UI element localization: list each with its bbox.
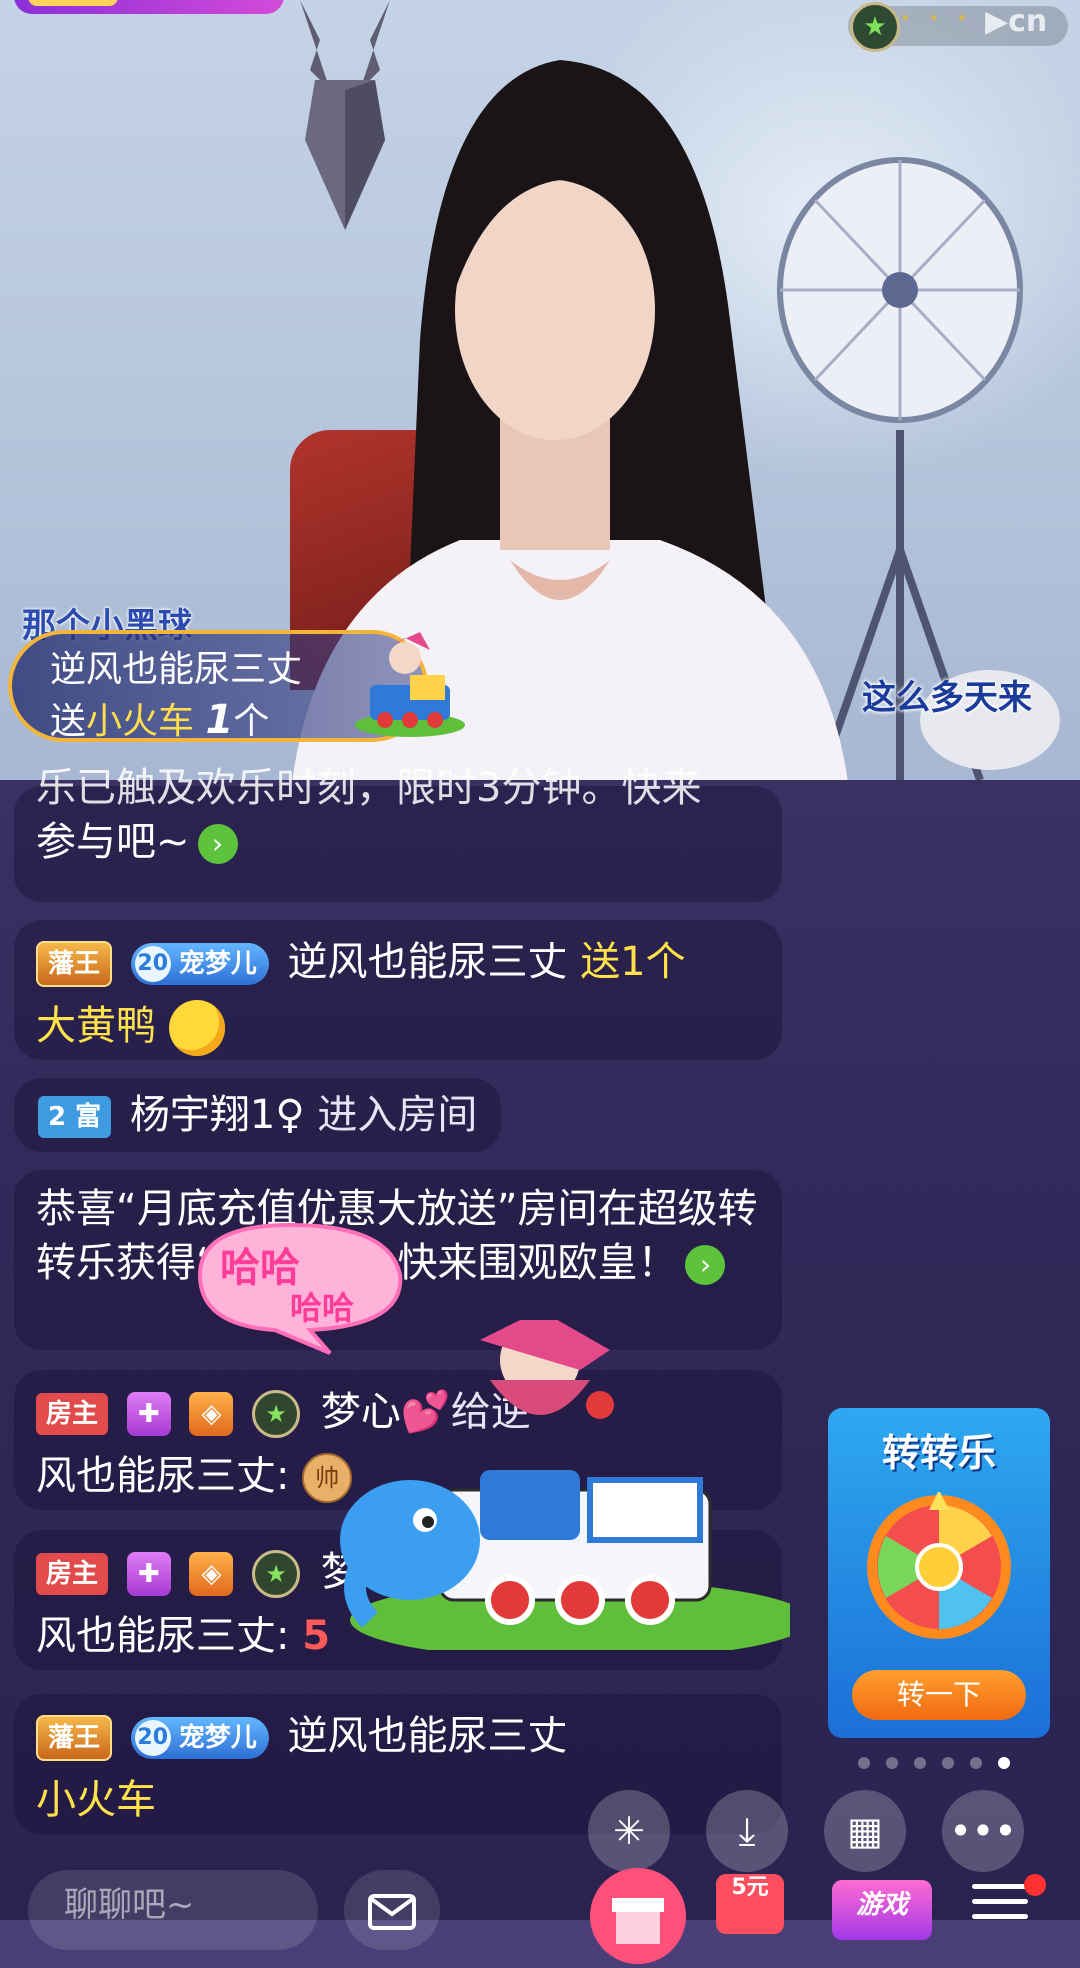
spin-button[interactable]: 转一下 bbox=[852, 1670, 1026, 1720]
guard-icon: ✚ bbox=[126, 1552, 171, 1596]
emoji-icon: 5 bbox=[302, 1613, 331, 1659]
gift-banner-user: 逆风也能尿三丈 bbox=[50, 649, 303, 690]
apps-grid-icon: ▦ bbox=[847, 1809, 883, 1853]
chevron-right-icon[interactable]: › bbox=[685, 1245, 726, 1285]
more-icon: ••• bbox=[949, 1809, 1017, 1853]
chat-enter-message: 2 富 杨宇翔1♀ 进入房间 bbox=[14, 1078, 502, 1152]
download-icon: ⤓ bbox=[738, 1809, 756, 1853]
pager-dot[interactable] bbox=[858, 1757, 870, 1769]
chat-gift-message: 藩王 20 宠梦儿 逆风也能尿三丈 送1个 大黄鸭 bbox=[14, 920, 782, 1060]
floating-danmaku-text: 这么多天来 bbox=[862, 678, 1032, 718]
guard-icon: ✚ bbox=[126, 1392, 171, 1436]
more-button[interactable]: ••• bbox=[942, 1790, 1024, 1872]
prize-wheel-icon bbox=[867, 1492, 1011, 1639]
heart-icon: 20 bbox=[134, 1720, 171, 1756]
message-button[interactable] bbox=[344, 1870, 440, 1950]
gift-button[interactable] bbox=[590, 1868, 686, 1964]
menu-icon[interactable] bbox=[972, 1884, 1028, 1934]
heart-icon: 20 bbox=[134, 946, 171, 982]
share-icon: ✳ bbox=[613, 1809, 645, 1853]
mail-icon bbox=[368, 1894, 416, 1930]
game-button[interactable]: 游戏 bbox=[832, 1880, 932, 1940]
star-level-icon: ★ bbox=[252, 1550, 301, 1598]
star-level-icon: ★ bbox=[850, 2, 900, 52]
level-dots: • • • bbox=[900, 8, 974, 29]
wealth-level-badge[interactable]: 2 富 bbox=[38, 1096, 112, 1138]
fan-club-badge[interactable]: 20 宠梦儿 bbox=[130, 1717, 269, 1759]
pager-dot-active[interactable] bbox=[998, 1757, 1010, 1769]
first-recharge-button[interactable]: 5元 bbox=[716, 1874, 784, 1934]
pager-dot[interactable] bbox=[886, 1757, 898, 1769]
chat-system-message: 乐已触及欢乐时刻，限时3分钟。快来 参与吧~ › bbox=[14, 765, 782, 902]
chat-username[interactable]: 杨宇翔1♀ bbox=[130, 1092, 305, 1138]
gift-icon bbox=[612, 1898, 664, 1944]
chat-username[interactable]: 逆风也能尿三丈 bbox=[287, 1713, 567, 1759]
host-badge[interactable]: 房主 bbox=[36, 1393, 109, 1435]
banner-pager[interactable] bbox=[858, 1754, 1026, 1773]
share-button[interactable]: ✳ bbox=[588, 1790, 670, 1872]
host-badge[interactable]: 房主 bbox=[36, 1553, 109, 1595]
watermark-logo: ▶cn bbox=[985, 4, 1048, 39]
apps-button[interactable]: ▦ bbox=[824, 1790, 906, 1872]
gift-banner-line: 送小火车 1个 bbox=[50, 697, 270, 743]
chat-username[interactable]: 逆风也能尿三丈 bbox=[287, 939, 567, 985]
duck-gift-icon bbox=[168, 1000, 225, 1056]
top-left-badge[interactable] bbox=[14, 0, 284, 14]
chat-gift-message: 藩王 20 宠梦儿 逆风也能尿三丈 小火车 bbox=[14, 1694, 782, 1834]
train-gift-animation bbox=[340, 1320, 790, 1650]
chat-input[interactable]: 聊聊吧~ bbox=[28, 1870, 318, 1950]
lucky-wheel-title: 转转乐 bbox=[881, 1431, 996, 1475]
shield-icon: ◈ bbox=[189, 1552, 234, 1596]
fanwang-badge[interactable]: 藩王 bbox=[36, 941, 113, 987]
pager-dot[interactable] bbox=[942, 1757, 954, 1769]
pager-dot[interactable] bbox=[914, 1757, 926, 1769]
fanwang-badge[interactable]: 藩王 bbox=[36, 1715, 113, 1761]
shield-icon: ◈ bbox=[189, 1392, 234, 1436]
svg-text:哈哈: 哈哈 bbox=[220, 1245, 300, 1291]
fan-club-badge[interactable]: 20 宠梦儿 bbox=[130, 943, 269, 985]
pager-dot[interactable] bbox=[970, 1757, 982, 1769]
chevron-right-icon[interactable]: › bbox=[197, 824, 238, 864]
train-gift-icon bbox=[355, 632, 465, 737]
download-button[interactable]: ⤓ bbox=[706, 1790, 788, 1872]
notification-dot bbox=[1024, 1874, 1046, 1896]
lucky-wheel-banner[interactable]: 转转乐 转一下 bbox=[828, 1408, 1050, 1738]
star-level-icon: ★ bbox=[252, 1390, 301, 1438]
